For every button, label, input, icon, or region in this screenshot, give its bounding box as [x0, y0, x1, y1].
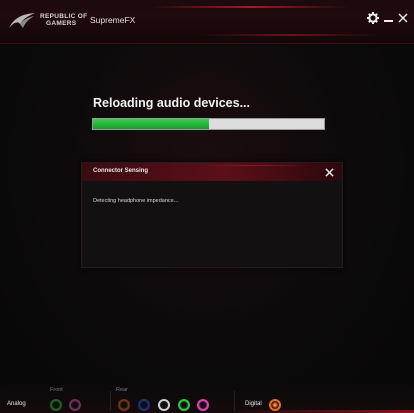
rog-logo-icon: [9, 13, 35, 28]
front-pink-jack[interactable]: [69, 399, 81, 411]
title-stripe: [150, 6, 350, 8]
dialog-stripe: [202, 165, 312, 166]
brand-line-1: REPUBLIC OF: [40, 13, 88, 20]
app-title: SupremeFX: [90, 15, 136, 25]
minimize-button[interactable]: [381, 11, 395, 25]
dialog-close-button[interactable]: [325, 165, 334, 180]
rear-pink-jack[interactable]: [197, 399, 209, 411]
rear-blue-jack[interactable]: [138, 399, 150, 411]
loading-title: Reloading audio devices...: [93, 96, 250, 110]
dialog-message: Detecting headphone impedance...: [93, 198, 179, 204]
analog-label: Analog: [7, 401, 26, 407]
rear-black-jack[interactable]: [158, 399, 170, 411]
digital-label: Digital: [245, 401, 262, 407]
divider: [234, 391, 235, 411]
minimize-icon: [383, 20, 393, 22]
dialog-title: Connector Sensing: [93, 168, 149, 174]
settings-button[interactable]: [366, 11, 380, 25]
divider: [110, 391, 111, 411]
close-button[interactable]: [396, 11, 410, 25]
progress-fill: [93, 119, 209, 129]
app-window: REPUBLIC OF GAMERS SupremeFX Reloading a…: [0, 0, 414, 413]
title-stripe: [200, 34, 380, 36]
dialog-header: Connector Sensing: [82, 163, 342, 181]
digital-spdif-jack[interactable]: [269, 399, 281, 411]
rear-label: Rear: [116, 387, 128, 393]
rear-orange-jack[interactable]: [118, 399, 130, 411]
gear-icon: [367, 12, 379, 24]
connector-sensing-dialog: Connector Sensing Detecting headphone im…: [81, 162, 343, 268]
close-icon: [398, 13, 408, 23]
brand-text: REPUBLIC OF GAMERS: [40, 13, 87, 27]
close-icon: [325, 168, 334, 177]
progress-bar: [92, 118, 325, 130]
title-bar: REPUBLIC OF GAMERS SupremeFX: [0, 0, 414, 44]
front-label: Front: [50, 387, 63, 393]
front-green-jack[interactable]: [50, 399, 62, 411]
rear-green-jack[interactable]: [178, 399, 190, 411]
brand-line-2: GAMERS: [46, 20, 77, 27]
